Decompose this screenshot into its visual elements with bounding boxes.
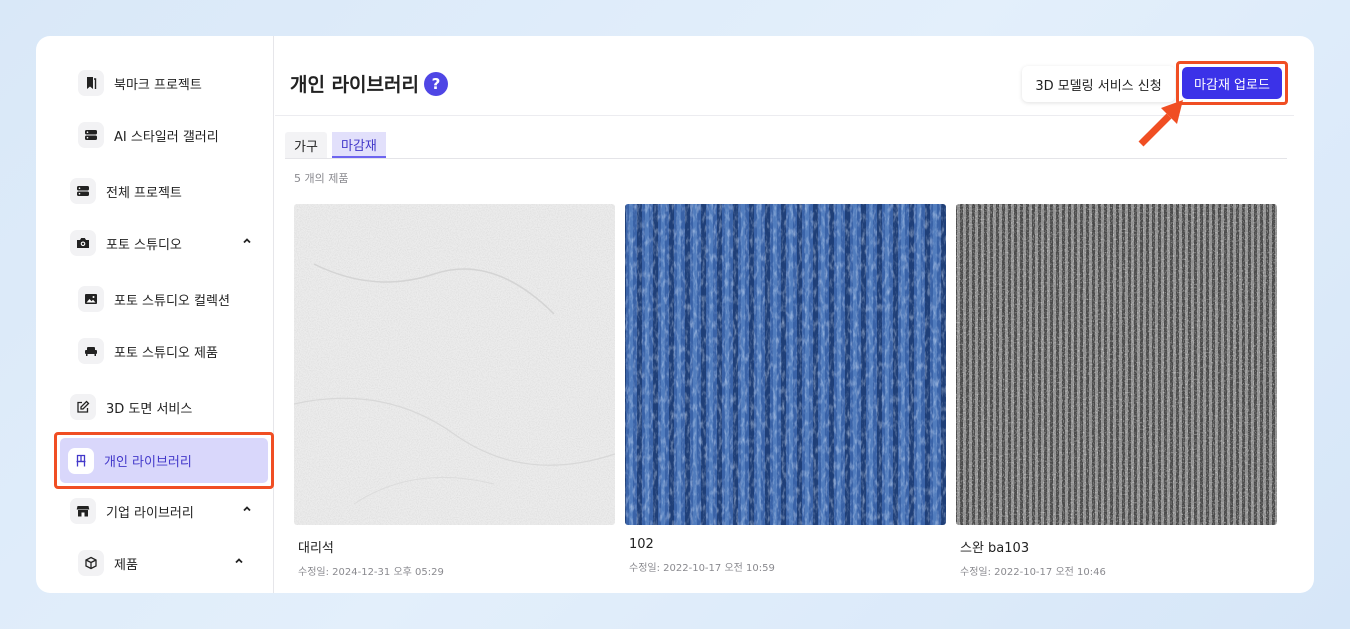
sofa-icon xyxy=(78,338,104,364)
product-card[interactable]: 대리석 수정일: 2024-12-31 오후 05:29 xyxy=(294,204,615,578)
page-title: 개인 라이브러리 xyxy=(290,74,419,96)
sidebar-item-photo-studio-products[interactable]: 포토 스튜디오 제품 xyxy=(78,338,218,364)
bookmark-icon xyxy=(78,70,104,96)
product-thumbnail[interactable] xyxy=(294,204,615,525)
sidebar-item-label: 포토 스튜디오 제품 xyxy=(114,345,218,361)
store-icon xyxy=(70,498,96,524)
sidebar-item-label: 북마크 프로젝트 xyxy=(114,77,202,93)
chevron-up-icon[interactable] xyxy=(242,236,252,249)
tab-material[interactable]: 마감재 xyxy=(332,132,386,158)
sidebar-item-label: AI 스타일러 갤러리 xyxy=(114,129,219,145)
product-modified-date: 수정일: 2022-10-17 오전 10:59 xyxy=(629,563,775,574)
product-modified-date: 수정일: 2022-10-17 오전 10:46 xyxy=(960,567,1106,578)
sidebar-item-personal-library[interactable]: 개인 라이브러리 xyxy=(60,438,268,483)
sidebar-item-label: 3D 도면 서비스 xyxy=(106,401,193,417)
sidebar-item-personal-library-highlight: 개인 라이브러리 xyxy=(54,432,274,489)
product-thumbnail[interactable] xyxy=(956,204,1277,525)
sidebar-item-photo-studio[interactable]: 포토 스튜디오 xyxy=(70,230,258,256)
chevron-up-icon[interactable] xyxy=(234,556,244,569)
chair-icon xyxy=(68,447,94,474)
sidebar-item-all-projects[interactable]: 전체 프로젝트 xyxy=(70,178,182,204)
server-stack-icon xyxy=(70,178,96,204)
upload-material-button[interactable]: 마감재 업로드 xyxy=(1182,67,1282,99)
sidebar-item-company-library[interactable]: 기업 라이브러리 xyxy=(70,498,258,524)
sidebar-item-3d-floorplan-service[interactable]: 3D 도면 서비스 xyxy=(70,394,192,420)
main-card: 북마크 프로젝트 AI 스타일러 갤러리 전체 프로젝트 포토 스튜디오 포토 … xyxy=(36,36,1314,593)
product-name: 스완 ba103 xyxy=(960,541,1030,556)
main-content: 개인 라이브러리 ? 3D 모델링 서비스 신청 마감재 업로드 가구 마감재 … xyxy=(275,36,1314,593)
product-card[interactable]: 102 수정일: 2022-10-17 오전 10:59 xyxy=(625,204,946,574)
tab-furniture[interactable]: 가구 xyxy=(285,132,327,158)
image-icon xyxy=(78,286,104,312)
sidebar-item-label: 기업 라이브러리 xyxy=(106,505,194,521)
server-stack-icon xyxy=(78,122,104,148)
product-name: 대리석 xyxy=(298,541,334,556)
sidebar-item-label: 제품 xyxy=(114,557,138,573)
sidebar-item-label: 포토 스튜디오 컬렉션 xyxy=(114,293,230,309)
sidebar-item-bookmark-projects[interactable]: 북마크 프로젝트 xyxy=(78,70,202,96)
chevron-up-icon[interactable] xyxy=(242,504,252,517)
sidebar-item-label: 개인 라이브러리 xyxy=(104,455,192,470)
sidebar-item-label: 전체 프로젝트 xyxy=(106,185,182,201)
tab-bar: 가구 마감재 xyxy=(285,132,1287,159)
sidebar: 북마크 프로젝트 AI 스타일러 갤러리 전체 프로젝트 포토 스튜디오 포토 … xyxy=(36,36,274,593)
edit-icon xyxy=(70,394,96,420)
product-card[interactable]: 스완 ba103 수정일: 2022-10-17 오전 10:46 xyxy=(956,204,1277,578)
product-thumbnail[interactable] xyxy=(625,204,946,525)
product-name: 102 xyxy=(629,537,654,552)
sidebar-item-products[interactable]: 제품 xyxy=(78,550,248,576)
box-icon xyxy=(78,550,104,576)
sidebar-item-ai-styler-gallery[interactable]: AI 스타일러 갤러리 xyxy=(78,122,219,148)
help-icon[interactable]: ? xyxy=(424,72,448,96)
product-modified-date: 수정일: 2024-12-31 오후 05:29 xyxy=(298,567,444,578)
camera-icon xyxy=(70,230,96,256)
sidebar-item-label: 포토 스튜디오 xyxy=(106,237,182,253)
sidebar-item-photo-studio-collection[interactable]: 포토 스튜디오 컬렉션 xyxy=(78,286,230,312)
product-count: 5 개의 제품 xyxy=(294,172,349,185)
